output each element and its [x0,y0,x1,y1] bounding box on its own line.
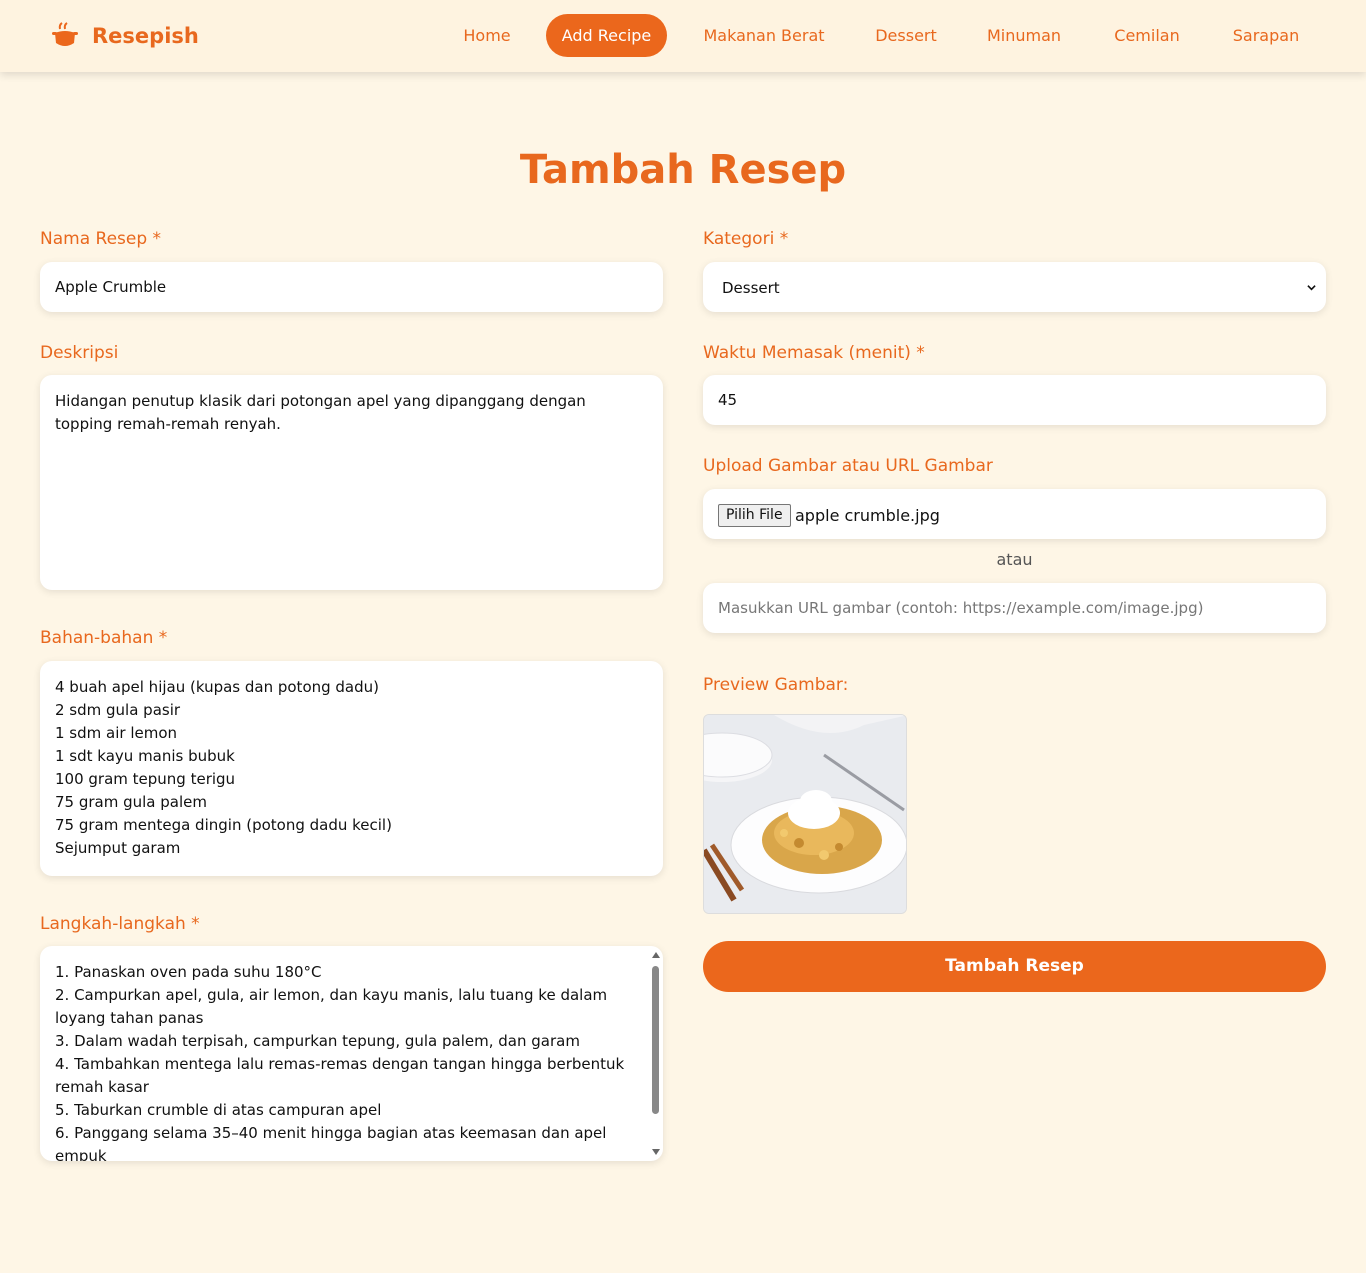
langkah-textarea[interactable]: 1. Panaskan oven pada suhu 180°C 2. Camp… [40,946,663,1161]
nav-sarapan[interactable]: Sarapan [1222,14,1310,57]
navbar: Resepish Home Add Recipe Makanan Berat D… [0,0,1366,72]
page-title: Tambah Resep [519,147,847,193]
image-url-input[interactable]: Masukkan URL gambar (contoh: https://exa… [703,583,1326,633]
chevron-down-icon [1307,285,1316,291]
submit-button[interactable]: Tambah Resep [703,941,1326,992]
nav-cemilan[interactable]: Cemilan [1104,14,1190,57]
scroll-down-arrow-icon[interactable] [652,1149,660,1155]
scroll-up-arrow-icon[interactable] [652,952,660,958]
apple-crumble-photo [704,715,906,913]
nav-minuman[interactable]: Minuman [978,14,1070,57]
nama-resep-value: Apple Crumble [55,278,167,296]
nav-dessert[interactable]: Dessert [866,14,946,57]
preview-label: Preview Gambar: [703,675,849,695]
kategori-value: Dessert [722,279,780,297]
separator-text: atau [996,550,1033,569]
bahan-textarea[interactable]: 4 buah apel hijau (kupas dan potong dadu… [40,661,663,876]
selected-file-name: apple crumble.jpg [795,506,940,525]
nav-home[interactable]: Home [452,14,522,57]
image-url-placeholder: Masukkan URL gambar (contoh: https://exa… [718,599,1204,617]
deskripsi-textarea[interactable]: Hidangan penutup klasik dari potongan ap… [40,375,663,590]
deskripsi-label: Deskripsi [40,343,119,363]
bahan-value: 4 buah apel hijau (kupas dan potong dadu… [55,678,392,857]
cooking-pot-icon [52,22,78,46]
choose-file-button[interactable]: Pilih File [718,504,791,527]
kategori-select[interactable]: Dessert [703,262,1326,312]
kategori-label: Kategori * [703,229,789,249]
langkah-label: Langkah-langkah * [40,914,200,934]
bahan-label: Bahan-bahan * [40,628,168,648]
nama-resep-label: Nama Resep * [40,229,162,249]
file-upload-input[interactable]: Pilih File apple crumble.jpg [703,489,1326,539]
waktu-label: Waktu Memasak (menit) * [703,343,925,363]
waktu-input[interactable]: 45 [703,375,1326,425]
deskripsi-value: Hidangan penutup klasik dari potongan ap… [55,392,591,433]
brand-name: Resepish [92,24,199,48]
scroll-thumb[interactable] [652,966,659,1114]
langkah-value: 1. Panaskan oven pada suhu 180°C 2. Camp… [55,963,625,1161]
nav-add-recipe[interactable]: Add Recipe [546,14,667,57]
nav-makanan-berat[interactable]: Makanan Berat [696,14,832,57]
upload-label: Upload Gambar atau URL Gambar [703,456,993,476]
brand-logo[interactable]: Resepish [50,20,199,52]
waktu-value: 45 [718,391,738,409]
preview-image [703,714,907,914]
langkah-scrollbar[interactable] [651,950,660,1157]
nama-resep-input[interactable]: Apple Crumble [40,262,663,312]
